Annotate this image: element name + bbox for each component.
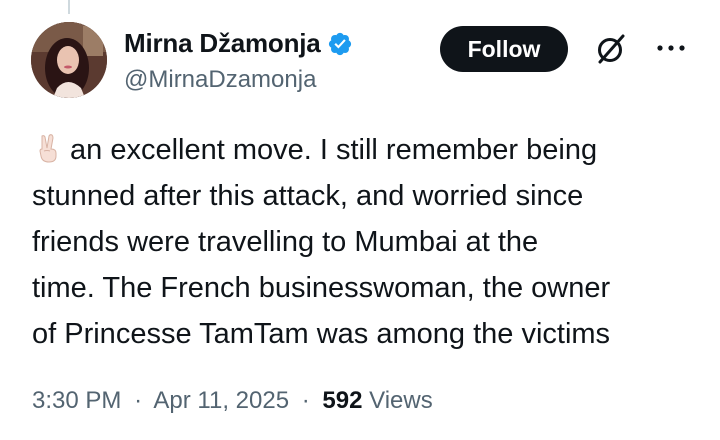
tweet-meta: 3:30 PM · Apr 11, 2025 · 592 Views <box>32 387 433 415</box>
tweet-time[interactable]: 3:30 PM <box>32 387 121 414</box>
meta-separator: · <box>301 387 310 414</box>
thread-connector-line <box>68 0 70 14</box>
avatar-image <box>31 22 107 98</box>
victory-hand-icon <box>39 134 57 163</box>
follow-button[interactable]: Follow <box>440 26 568 72</box>
tweet-line: time. The French businesswoman, the owne… <box>32 272 611 304</box>
tweet-line: of Princesse TamTam was among the victim… <box>32 318 611 350</box>
more-options-icon[interactable] <box>656 40 686 56</box>
author-name-row[interactable]: Mirna Džamonja <box>124 28 353 59</box>
tweet-line: friends were travelling to Mumbai at the <box>32 226 539 258</box>
author-handle[interactable]: @MirnaDzamonja <box>124 66 316 94</box>
tweet-line: an excellent move. I still remember bein… <box>32 127 702 173</box>
tweet-date[interactable]: Apr 11, 2025 <box>153 387 289 414</box>
tweet-line-text: an excellent move. I still remember bein… <box>70 134 598 166</box>
verified-badge-icon <box>328 32 351 55</box>
author-display-name[interactable]: Mirna Džamonja <box>124 28 321 59</box>
tweet-text: an excellent move. I still remember bein… <box>32 127 702 357</box>
views-label: Views <box>369 387 433 414</box>
grok-icon[interactable] <box>594 32 628 66</box>
views-count: 592 <box>322 387 363 414</box>
meta-separator: · <box>134 387 143 414</box>
tweet-line: stunned after this attack, and worried s… <box>32 180 584 212</box>
avatar[interactable] <box>31 22 107 98</box>
